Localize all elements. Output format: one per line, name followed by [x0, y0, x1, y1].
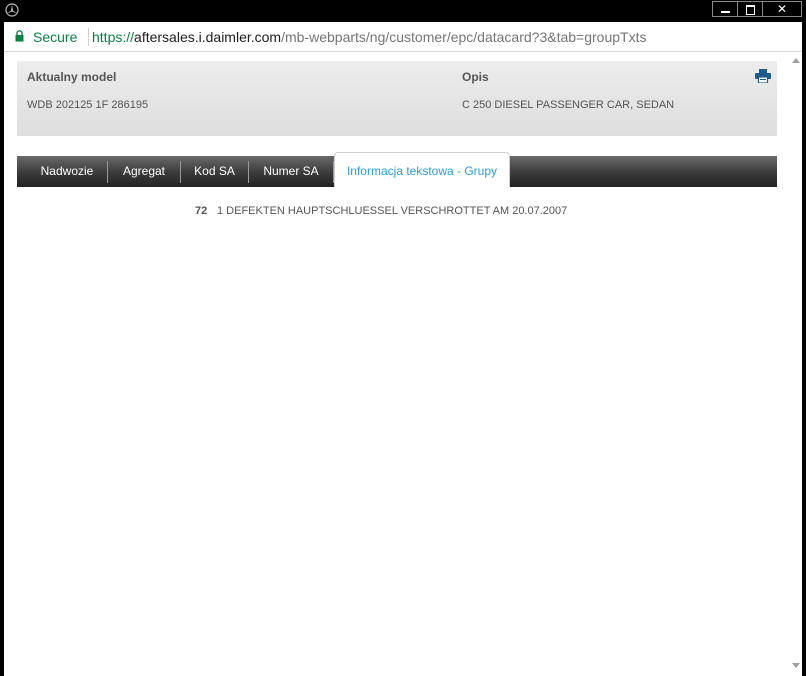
- maximize-icon: [746, 5, 755, 15]
- minimize-icon: [721, 11, 730, 13]
- model-info-panel: Aktualny model WDB 202125 1F 286195 Opis…: [17, 61, 777, 136]
- secure-label[interactable]: Secure: [33, 29, 77, 45]
- scroll-down-arrow-icon[interactable]: [792, 663, 800, 668]
- print-icon[interactable]: [755, 69, 771, 83]
- url-host: aftersales.i.daimler.com: [134, 29, 282, 45]
- tab-kod-sa[interactable]: Kod SA: [181, 156, 248, 187]
- url-scheme: https://: [92, 29, 135, 45]
- tab-nadwozie[interactable]: Nadwozie: [27, 156, 107, 187]
- model-value: WDB 202125 1F 286195: [27, 99, 149, 111]
- mercedes-logo-icon: [5, 3, 19, 17]
- url-path: /mb-webparts/ng/customer/epc/datacard?3&…: [281, 29, 647, 45]
- close-button[interactable]: ✕: [762, 1, 802, 17]
- description-value: C 250 DIESEL PASSENGER CAR, SEDAN: [462, 99, 675, 111]
- group-text-description: 1 DEFEKTEN HAUPTSCHLUESSEL VERSCHROTTET …: [217, 205, 568, 217]
- window-titlebar: ✕: [0, 0, 806, 22]
- url-text[interactable]: https://aftersales.i.daimler.com/mb-webp…: [92, 29, 646, 45]
- scroll-up-arrow-icon[interactable]: [792, 58, 800, 63]
- close-icon: ✕: [776, 2, 788, 16]
- maximize-button[interactable]: [737, 1, 763, 17]
- address-bar[interactable]: Secure https://aftersales.i.daimler.com/…: [4, 22, 802, 52]
- address-divider: [88, 28, 89, 46]
- minimize-button[interactable]: [712, 1, 738, 17]
- vertical-scrollbar[interactable]: [789, 52, 802, 672]
- tab-numer-sa[interactable]: Numer SA: [249, 156, 333, 187]
- group-text-number: 72: [195, 205, 208, 217]
- lock-icon: [15, 30, 24, 42]
- model-label: Aktualny model: [27, 70, 117, 84]
- tab-bar: Nadwozie Agregat Kod SA Numer SA Informa…: [17, 152, 777, 187]
- tab-informacja-tekstowa-grupy[interactable]: Informacja tekstowa - Grupy: [334, 152, 510, 187]
- description-label: Opis: [462, 70, 489, 84]
- tab-agregat[interactable]: Agregat: [108, 156, 180, 187]
- page-content: Aktualny model WDB 202125 1F 286195 Opis…: [4, 52, 802, 676]
